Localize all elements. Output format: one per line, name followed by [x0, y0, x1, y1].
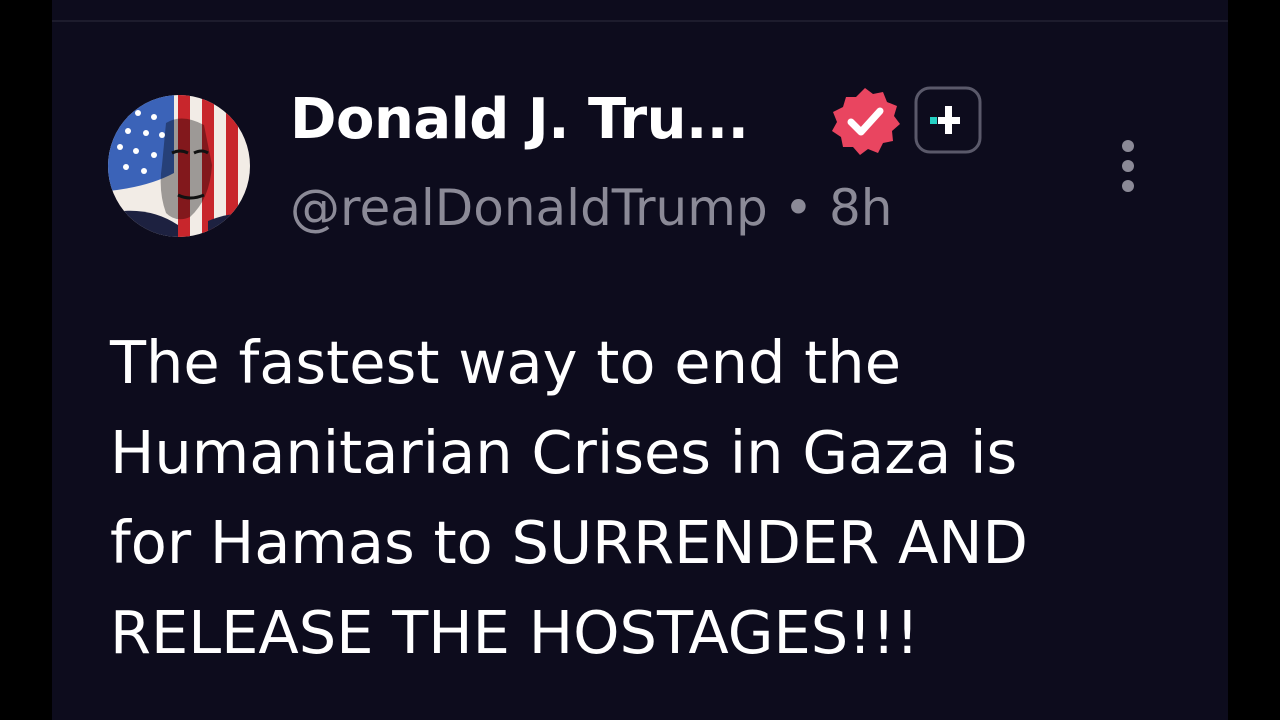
plus-subscription-icon[interactable] — [914, 86, 982, 154]
post-body: The fastest way to end the Humanitarian … — [110, 318, 1200, 678]
post-body-line: Humanitarian Crises in Gaza is — [110, 418, 1018, 487]
author-display-name[interactable]: Donald J. Tru... — [290, 84, 749, 156]
post-timestamp[interactable]: 8h — [829, 179, 893, 237]
post-card: Donald J. Tru... @realDonaldTrump • 8h T… — [52, 0, 1228, 720]
author-avatar[interactable] — [108, 95, 250, 237]
post-body-line: The fastest way to end the — [110, 328, 901, 397]
author-handle[interactable]: @realDonaldTrump — [290, 179, 768, 237]
top-divider — [52, 20, 1228, 22]
vertical-ellipsis-icon — [1122, 140, 1134, 192]
flag-portrait-avatar-icon — [108, 95, 250, 237]
author-meta: @realDonaldTrump • 8h — [290, 176, 893, 240]
meta-separator: • — [783, 179, 814, 237]
more-options-button[interactable] — [1110, 132, 1146, 204]
post-body-line: RELEASE THE HOSTAGES!!! — [110, 598, 920, 667]
verified-checkmark-icon — [830, 86, 900, 156]
post-body-line: for Hamas to SURRENDER AND — [110, 508, 1028, 577]
